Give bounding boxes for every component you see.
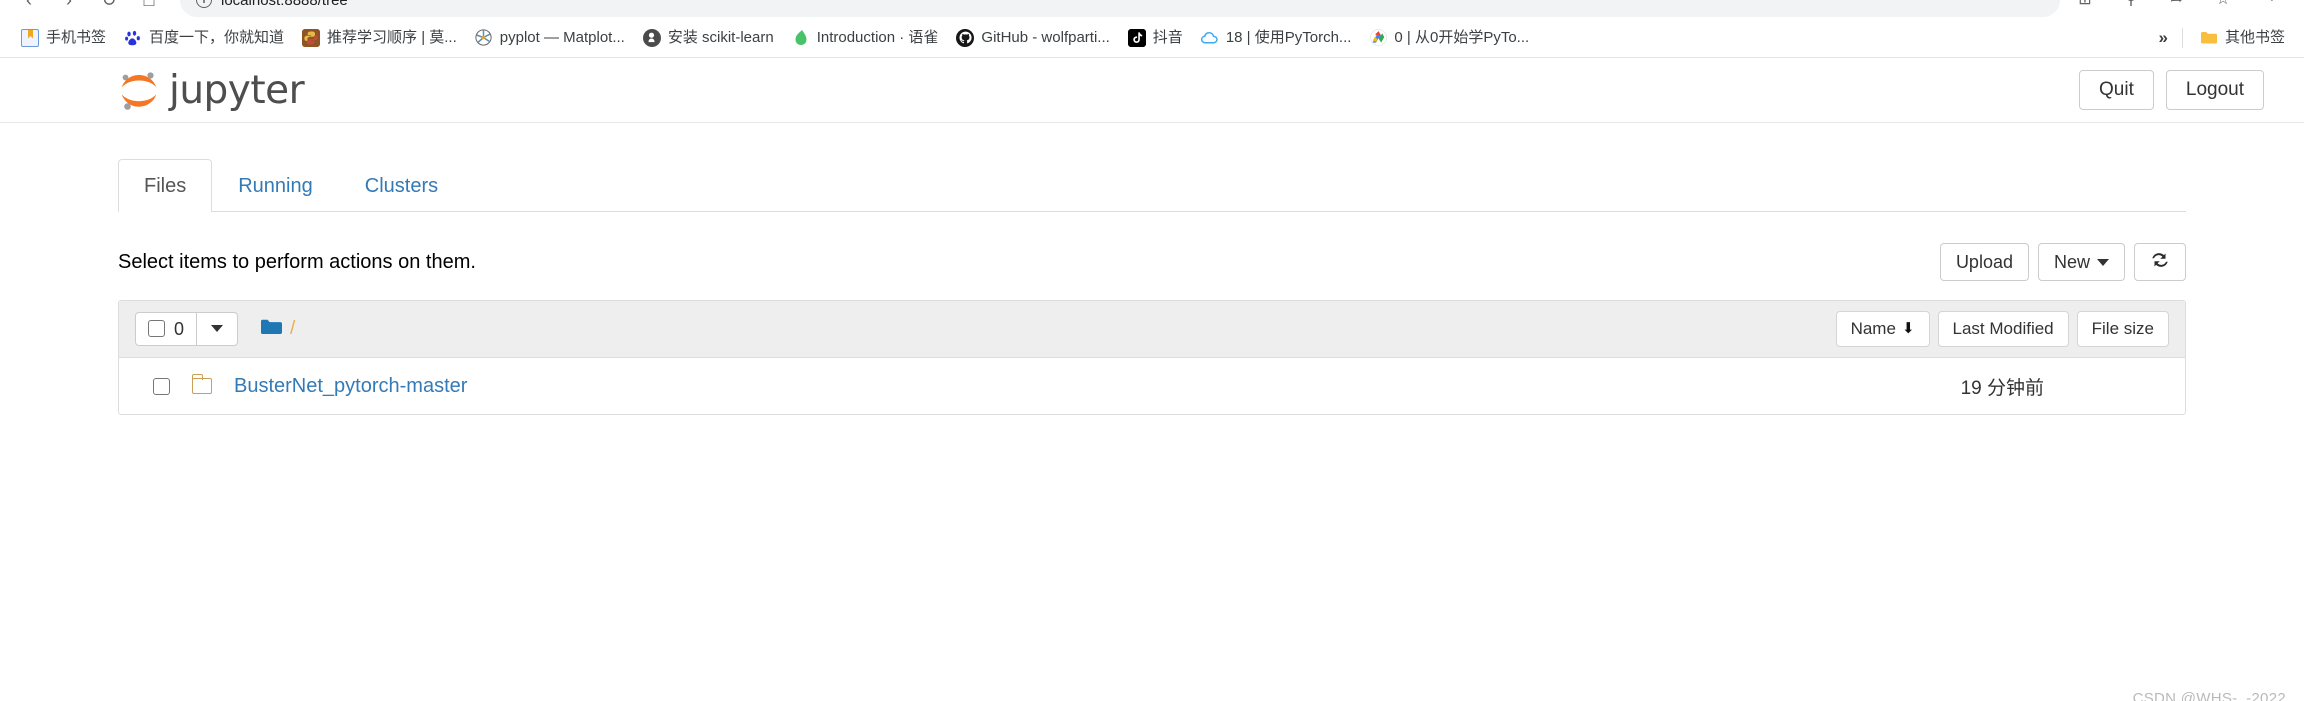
checkbox-icon[interactable] xyxy=(153,377,170,395)
address-bar[interactable]: i localhost:8888/tree xyxy=(180,0,2060,17)
folder-icon[interactable] xyxy=(260,318,283,339)
select-all-group: 0 xyxy=(135,311,239,346)
action-bar: Select items to perform actions on them.… xyxy=(118,240,2186,284)
search-icon[interactable]: ⚲ xyxy=(2116,0,2146,15)
bookmark-item[interactable]: 0 | 从0开始学PyTo... xyxy=(1360,25,1538,51)
jupyter-page: jupyter Quit Logout Files Running Cluste… xyxy=(0,58,2304,701)
bookmarks-overflow-button[interactable]: » xyxy=(2149,25,2182,51)
yuque-leaf-icon xyxy=(792,29,810,47)
chevron-down-icon xyxy=(211,325,224,333)
select-all-button[interactable]: 0 xyxy=(135,311,198,346)
tab-search-icon[interactable]: □ xyxy=(134,0,164,15)
file-name-link[interactable]: BusterNet_pytorch-master xyxy=(234,375,467,398)
site-info-icon[interactable]: i xyxy=(196,0,212,8)
tab-clusters[interactable]: Clusters xyxy=(339,159,464,212)
refresh-button[interactable] xyxy=(2134,243,2186,281)
bookmark-label: GitHub - wolfparti... xyxy=(981,29,1110,46)
jupyter-logo-text: jupyter xyxy=(169,67,305,113)
scikit-learn-icon xyxy=(642,28,661,47)
browser-chrome: ‹ › ↻ □ i localhost:8888/tree ⊞ ⚲ ➦ ☆ ↷ xyxy=(0,0,2304,18)
bookmark-label: 抖音 xyxy=(1152,29,1183,46)
jupyter-header-actions: Quit Logout xyxy=(2079,69,2264,111)
bookmark-item[interactable]: 手机书签 xyxy=(12,25,115,51)
sort-by-file-size-button[interactable]: File size xyxy=(2076,311,2169,347)
new-menu-label: New xyxy=(2053,251,2090,272)
file-list-panel: 0 / Name ⬇ Last Modified File size Buste… xyxy=(118,300,2186,415)
upload-button-label: Upload xyxy=(1955,251,2013,272)
sort-by-name-button[interactable]: Name ⬇ xyxy=(1835,311,1930,347)
main-tabs: Files Running Clusters xyxy=(118,156,2186,212)
bookmark-item[interactable]: 抖音 xyxy=(1119,25,1192,51)
bookmark-item[interactable]: GitHub - wolfparti... xyxy=(947,25,1118,51)
folder-icon xyxy=(192,374,212,395)
install-icon[interactable]: ⊞ xyxy=(2070,0,2100,15)
logout-button[interactable]: Logout xyxy=(2165,69,2264,111)
other-bookmarks-button[interactable]: 其他书签 xyxy=(2191,25,2294,51)
bookmark-label: 推荐学习顺序 | 莫... xyxy=(327,29,457,46)
refresh-icon xyxy=(2150,251,2170,273)
bookmark-item[interactable]: 18 | 使用PyTorch... xyxy=(1192,25,1361,51)
matplotlib-icon xyxy=(475,29,493,47)
bookmark-label: 百度一下，你就知道 xyxy=(149,29,285,46)
chrome-toolbar-right: ⊞ ⚲ ➦ ☆ ↷ xyxy=(2070,0,2290,15)
tab-running[interactable]: Running xyxy=(212,159,339,212)
bookmark-star-icon[interactable]: ☆ xyxy=(2208,0,2238,15)
bookmark-label: pyplot — Matplot... xyxy=(499,29,625,46)
share-icon[interactable]: ↷ xyxy=(2254,0,2284,15)
tiktok-icon xyxy=(1127,28,1146,47)
python-icon xyxy=(302,28,321,47)
file-list-columns: Name ⬇ Last Modified File size xyxy=(1835,311,2169,347)
baidu-icon xyxy=(124,29,142,47)
back-arrow-icon[interactable]: ‹ xyxy=(14,0,44,15)
address-bar-url: localhost:8888/tree xyxy=(221,0,348,9)
github-icon xyxy=(956,28,975,47)
tab-files[interactable]: Files xyxy=(118,159,213,212)
bookmark-item[interactable]: 推荐学习顺序 | 莫... xyxy=(293,25,466,51)
aliyun-cloud-icon xyxy=(1200,29,1219,47)
folder-icon xyxy=(2200,29,2218,47)
bookmark-item[interactable]: 安装 scikit-learn xyxy=(634,25,783,51)
select-menu-button[interactable] xyxy=(197,311,239,346)
jupyter-logo-icon xyxy=(118,68,160,112)
watermark: CSDN @WHS-_-2022 xyxy=(2132,690,2286,701)
breadcrumb: / xyxy=(260,318,295,340)
breadcrumb-root[interactable]: / xyxy=(290,318,295,340)
jupyter-header: jupyter Quit Logout xyxy=(0,58,2304,123)
bookmark-item[interactable]: pyplot — Matplot... xyxy=(466,25,634,51)
quit-button[interactable]: Quit xyxy=(2079,69,2154,111)
bookmark-label: 手机书签 xyxy=(46,29,107,46)
sort-desc-arrow-icon: ⬇ xyxy=(1901,320,1915,338)
bookmark-label: 0 | 从0开始学PyTo... xyxy=(1394,29,1530,46)
bookmark-item[interactable]: 百度一下，你就知道 xyxy=(115,25,293,51)
jupyter-body: Files Running Clusters Select items to p… xyxy=(0,156,2304,415)
bookmark-label: Introduction · 语雀 xyxy=(816,29,939,46)
bookmark-label: 18 | 使用PyTorch... xyxy=(1225,29,1352,46)
selection-hint: Select items to perform actions on them. xyxy=(118,250,476,273)
extensions-icon[interactable]: ➦ xyxy=(2162,0,2192,15)
upload-button[interactable]: Upload xyxy=(1939,243,2029,281)
reload-icon[interactable]: ↻ xyxy=(94,0,124,15)
selected-count: 0 xyxy=(174,318,185,339)
column-label-name: Name xyxy=(1850,319,1896,338)
sort-by-last-modified-button[interactable]: Last Modified xyxy=(1937,311,2069,347)
bookmark-item[interactable]: Introduction · 语雀 xyxy=(783,25,948,51)
bookmarks-bar: 手机书签 百度一下，你就知道 推荐学习顺序 | 莫... pyplot — Ma… xyxy=(0,18,2304,58)
other-bookmarks-label: 其他书签 xyxy=(2224,29,2285,46)
bookmark-label: 安装 scikit-learn xyxy=(667,29,774,46)
forward-arrow-icon[interactable]: › xyxy=(54,0,84,15)
action-bar-buttons: Upload New xyxy=(1939,243,2186,281)
google-drive-icon xyxy=(1369,29,1387,47)
checkbox-icon[interactable] xyxy=(148,320,165,338)
bookmarks-overflow-group: » 其他书签 xyxy=(2149,25,2294,51)
table-row[interactable]: BusterNet_pytorch-master 19 分钟前 xyxy=(119,357,2185,414)
file-list-header: 0 / Name ⬇ Last Modified File size xyxy=(119,301,2185,358)
jupyter-logo[interactable]: jupyter xyxy=(118,67,305,113)
phone-bookmark-icon xyxy=(21,28,39,47)
file-last-modified: 19 分钟前 xyxy=(1960,377,2044,399)
new-menu-button[interactable]: New xyxy=(2037,243,2125,281)
bookmarks-divider xyxy=(2181,27,2183,48)
file-row-left: BusterNet_pytorch-master xyxy=(135,374,467,398)
chevron-down-icon xyxy=(2097,258,2109,266)
